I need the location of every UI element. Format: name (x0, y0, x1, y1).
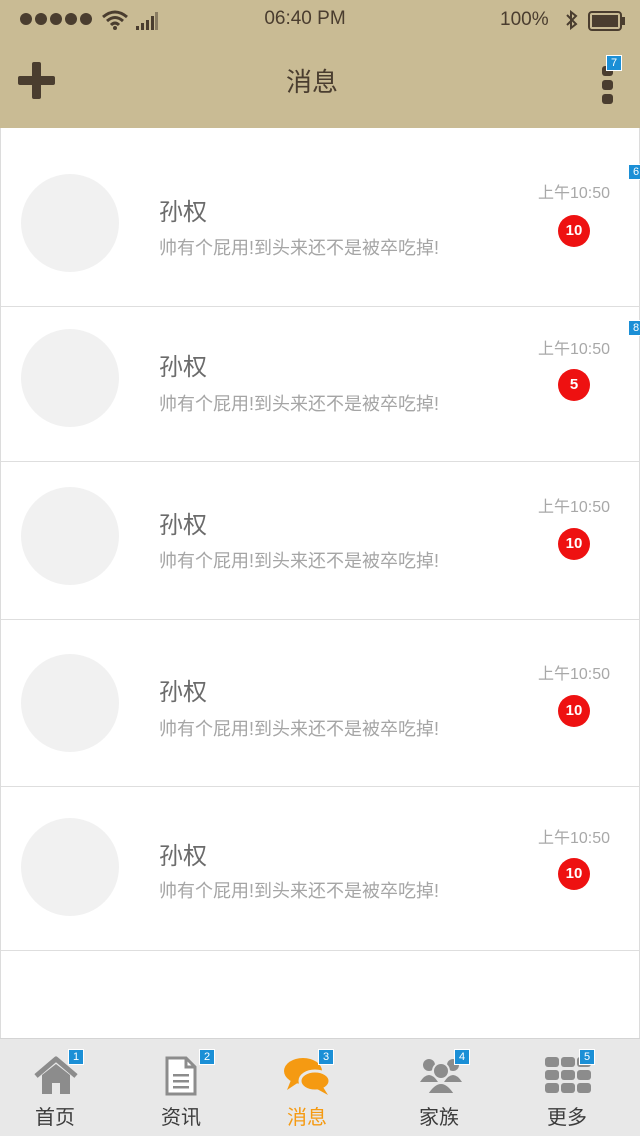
unread-count-badge: 10 (558, 528, 590, 560)
message-preview: 帅有个屁用!到头来还不是被卒吃掉! (159, 238, 440, 258)
page-title: 消息 (285, 67, 338, 97)
message-time: 上午10:50 (538, 341, 611, 358)
message-row[interactable]: 孙权 帅有个屁用!到头来还不是被卒吃掉! 上午10:50 5 8 (1, 306, 640, 462)
battery-icon (588, 11, 625, 31)
message-time: 上午10:50 (538, 830, 611, 847)
message-time: 上午10:50 (538, 185, 611, 202)
contact-name: 孙权 (159, 679, 207, 706)
tab-label: 资讯 (161, 1107, 201, 1129)
tab-bar: 1 首页 2 资讯 3 消息 4 家族 5 更多 (0, 1038, 640, 1136)
contact-name: 孙权 (159, 512, 207, 539)
tab-index-tag: 3 (318, 1049, 334, 1065)
contact-name: 孙权 (159, 843, 207, 870)
tab-label: 更多 (547, 1107, 587, 1129)
message-row[interactable]: 孙权 帅有个屁用!到头来还不是被卒吃掉! 上午10:50 10 (1, 461, 639, 620)
status-bar: 06:40 PM 100% (0, 0, 640, 40)
row-index-tag: 8 (628, 320, 640, 336)
message-row[interactable]: 孙权 帅有个屁用!到头来还不是被卒吃掉! 上午10:50 10 (1, 619, 639, 787)
unread-count-badge: 10 (558, 695, 590, 727)
tab-family[interactable]: 4 家族 (394, 1039, 484, 1137)
more-badge: 7 (606, 55, 622, 71)
tab-index-tag: 2 (199, 1049, 215, 1065)
tab-messages[interactable]: 3 消息 (262, 1039, 352, 1137)
message-list: 孙权 帅有个屁用!到头来还不是被卒吃掉! 上午10:50 10 6 孙权 帅有个屁… (0, 128, 640, 1038)
unread-count-badge: 10 (558, 858, 590, 890)
bluetooth-icon (566, 10, 578, 30)
message-time: 上午10:50 (538, 666, 611, 683)
unread-count-badge: 10 (558, 215, 590, 247)
tab-label: 首页 (35, 1107, 75, 1129)
message-row[interactable]: 孙权 帅有个屁用!到头来还不是被卒吃掉! 上午10:50 10 6 (1, 128, 640, 307)
contact-name: 孙权 (159, 199, 207, 226)
tab-label: 消息 (287, 1107, 327, 1129)
battery-percentage: 100% (500, 9, 549, 30)
tab-index-tag: 5 (579, 1049, 595, 1065)
tab-home[interactable]: 1 首页 (10, 1039, 100, 1137)
avatar[interactable] (21, 654, 119, 752)
message-row[interactable]: 孙权 帅有个屁用!到头来还不是被卒吃掉! 上午10:50 10 (1, 786, 639, 951)
top-header: 06:40 PM 100% 消息 7 (0, 0, 640, 128)
tab-more[interactable]: 5 更多 (522, 1039, 612, 1137)
message-time: 上午10:50 (538, 499, 611, 516)
message-preview: 帅有个屁用!到头来还不是被卒吃掉! (159, 881, 440, 901)
tab-label: 家族 (419, 1107, 459, 1129)
message-preview: 帅有个屁用!到头来还不是被卒吃掉! (159, 719, 440, 739)
message-preview: 帅有个屁用!到头来还不是被卒吃掉! (159, 394, 440, 414)
avatar[interactable] (21, 487, 119, 585)
avatar[interactable] (21, 818, 119, 916)
row-index-tag: 6 (628, 164, 640, 180)
tab-news[interactable]: 2 资讯 (136, 1039, 226, 1137)
avatar[interactable] (21, 174, 119, 272)
tab-index-tag: 1 (68, 1049, 84, 1065)
contact-name: 孙权 (159, 354, 207, 381)
avatar[interactable] (21, 329, 119, 427)
message-preview: 帅有个屁用!到头来还不是被卒吃掉! (159, 551, 440, 571)
unread-count-badge: 5 (558, 369, 590, 401)
tab-index-tag: 4 (454, 1049, 470, 1065)
more-options-button[interactable]: 7 (596, 55, 624, 108)
